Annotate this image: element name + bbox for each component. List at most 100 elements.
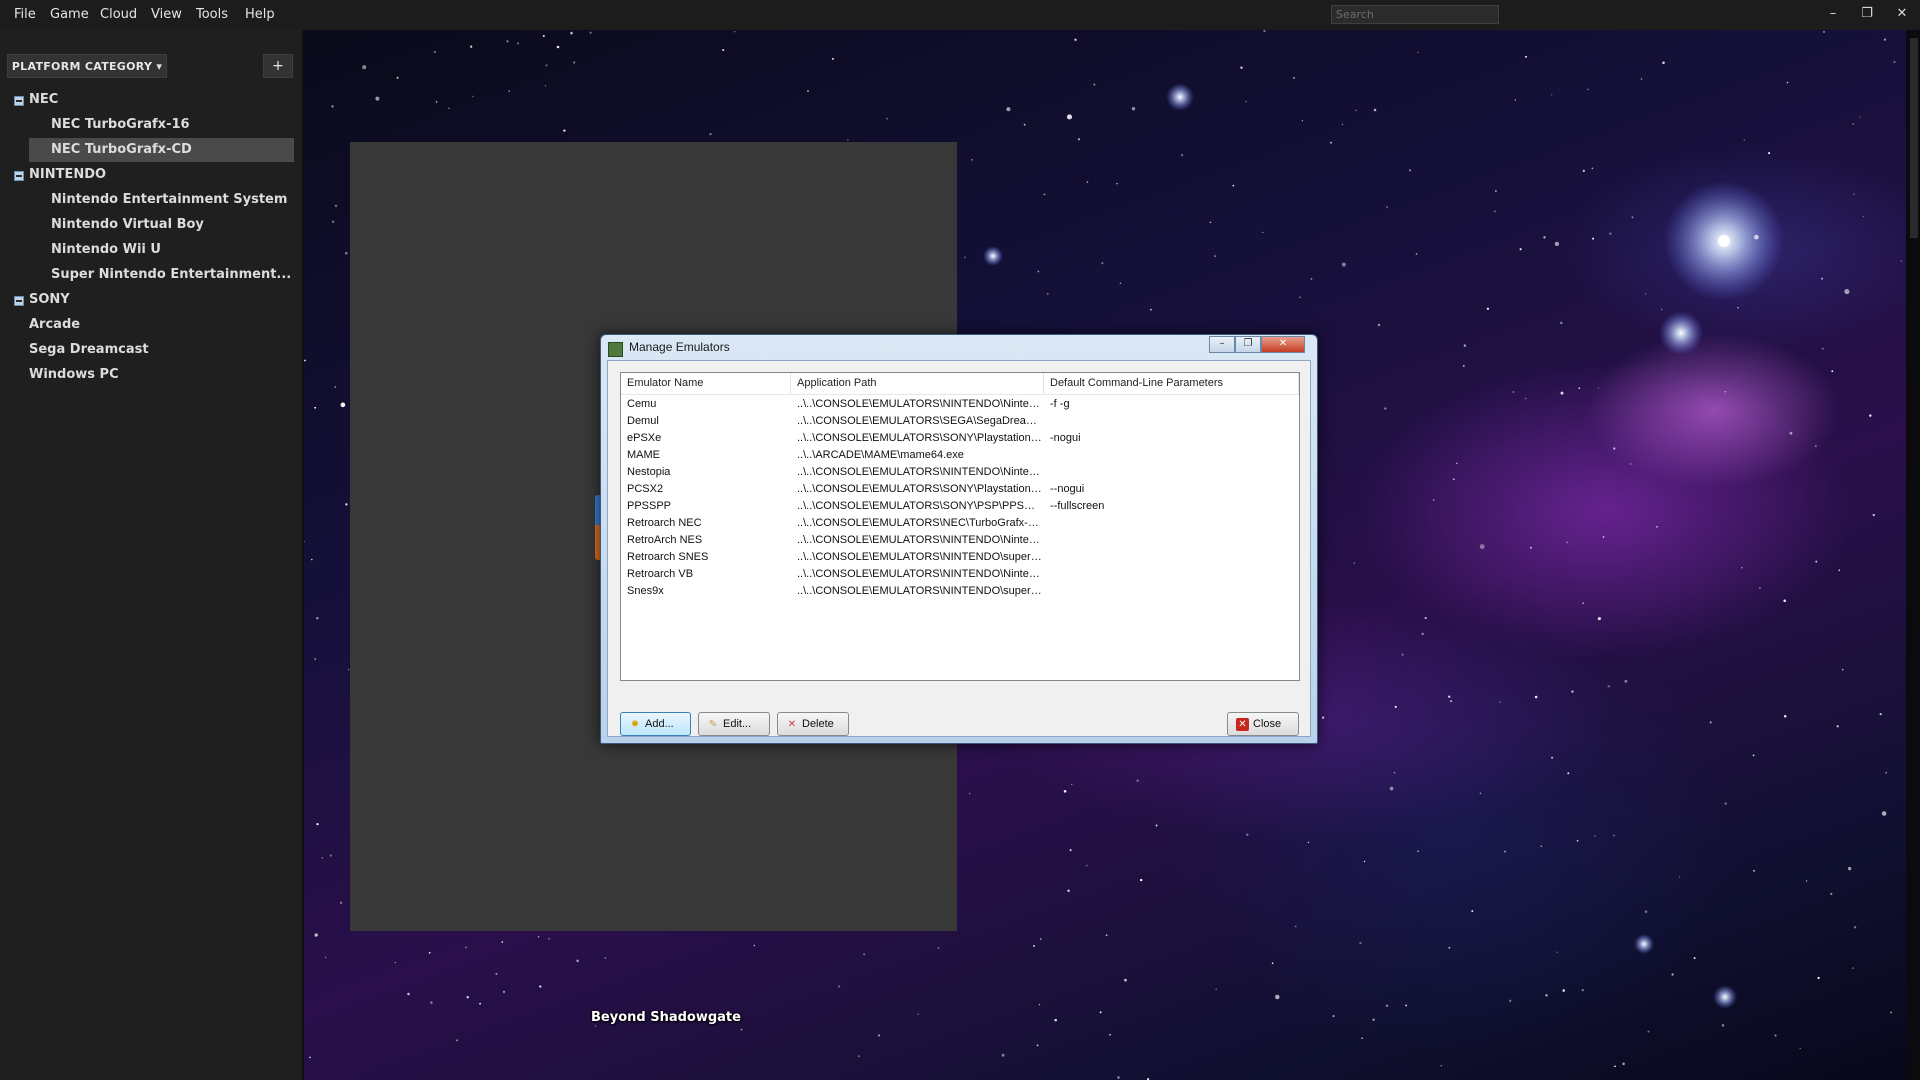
application-path-cell: ..\..\CONSOLE\EMULATORS\SONY\Playstation… [797, 432, 1042, 444]
tree-item-sega-dreamcast[interactable]: Sega Dreamcast [0, 338, 294, 362]
star [1881, 811, 1887, 816]
vertical-scrollbar[interactable] [1906, 30, 1920, 1080]
star [1817, 976, 1820, 980]
star [1355, 109, 1357, 112]
column-header-emulator-name[interactable]: Emulator Name [621, 373, 791, 394]
edit-button[interactable]: ✎ Edit... [698, 712, 770, 736]
star [847, 139, 849, 141]
star [448, 107, 450, 109]
collapse-icon[interactable] [14, 96, 24, 106]
column-header-parameters[interactable]: Default Command-Line Parameters [1044, 373, 1299, 394]
star [1609, 232, 1612, 235]
tree-label: Windows PC [29, 367, 119, 382]
star [316, 616, 319, 620]
star [435, 100, 438, 103]
table-row[interactable]: PCSX2 ..\..\CONSOLE\EMULATORS\SONY\Playst… [621, 481, 1299, 498]
tree-item-windows-pc[interactable]: Windows PC [0, 363, 294, 387]
dialog-minimize-button[interactable]: – [1209, 336, 1235, 353]
table-row[interactable]: Retroarch VB ..\..\CONSOLE\EMULATORS\NINT… [621, 566, 1299, 583]
platform-category-button[interactable]: PLATFORM CATEGORY ▾ [7, 54, 167, 78]
star [1124, 978, 1127, 982]
table-row[interactable]: RetroArch NES ..\..\CONSOLE\EMULATORS\NIN… [621, 532, 1299, 549]
tree-group-nec[interactable]: NEC [0, 88, 294, 112]
scrollbar-thumb[interactable] [1910, 38, 1918, 238]
star [1562, 989, 1565, 992]
table-row[interactable]: Retroarch NEC ..\..\CONSOLE\EMULATORS\NEC… [621, 515, 1299, 532]
close-button-label: Close [1253, 718, 1282, 730]
star [604, 957, 607, 959]
add-button[interactable]: ✹ Add... [620, 712, 691, 736]
star [1421, 632, 1424, 636]
star [1660, 308, 1663, 311]
restore-button[interactable]: ❐ [1858, 6, 1876, 22]
star [1006, 107, 1011, 112]
tree-label: Nintendo Virtual Boy [51, 217, 204, 232]
table-row[interactable]: Cemu ..\..\CONSOLE\EMULATORS\NINTENDO\Nin… [621, 396, 1299, 413]
tree-item-snes[interactable]: Super Nintendo Entertainment... [29, 263, 294, 287]
emulator-name-cell: PCSX2 [627, 483, 664, 495]
star [1063, 790, 1067, 793]
menu-game[interactable]: Game [50, 7, 89, 22]
collapse-icon[interactable] [14, 171, 24, 181]
star [430, 1001, 433, 1004]
star [1671, 973, 1674, 976]
tree-item-nec-turbografx-cd[interactable]: NEC TurboGrafx-CD [29, 138, 294, 162]
star [340, 402, 346, 408]
star [1709, 721, 1712, 724]
star [1417, 850, 1419, 852]
star [1307, 841, 1310, 844]
dialog-maximize-button[interactable]: ❐ [1235, 336, 1261, 353]
star [1821, 277, 1824, 280]
table-row[interactable]: ePSXe ..\..\CONSOLE\EMULATORS\SONY\Playst… [621, 430, 1299, 447]
menu-help[interactable]: Help [245, 7, 275, 22]
menu-tools[interactable]: Tools [196, 7, 228, 22]
star [1389, 786, 1394, 791]
tree-item-virtual-boy[interactable]: Nintendo Virtual Boy [29, 213, 294, 237]
tree-item-wii-u[interactable]: Nintendo Wii U [29, 238, 294, 262]
star [1384, 407, 1387, 410]
tree-item-arcade[interactable]: Arcade [0, 313, 294, 337]
table-row[interactable]: PPSSPP ..\..\CONSOLE\EMULATORS\SONY\PSP\P… [621, 498, 1299, 515]
add-category-button[interactable]: + [263, 54, 293, 78]
table-row[interactable]: Demul ..\..\CONSOLE\EMULATORS\SEGA\SegaDr… [621, 413, 1299, 430]
star [1644, 293, 1647, 295]
column-header-application-path[interactable]: Application Path [791, 373, 1044, 394]
tree-group-nintendo[interactable]: NINTENDO [0, 163, 294, 187]
star [1359, 941, 1362, 945]
table-row[interactable]: Retroarch SNES ..\..\CONSOLE\EMULATORS\NI… [621, 549, 1299, 566]
search-input[interactable] [1331, 5, 1499, 24]
star [1644, 910, 1648, 913]
star [311, 558, 313, 561]
minimize-button[interactable]: – [1824, 6, 1842, 22]
table-row[interactable]: MAME ..\..\ARCADE\MAME\mame64.exe [621, 447, 1299, 464]
table-row[interactable]: Nestopia ..\..\CONSOLE\EMULATORS\NINTENDO… [621, 464, 1299, 481]
star [1054, 1018, 1057, 1022]
game-title[interactable]: Beyond Shadowgate [591, 1010, 741, 1025]
star [1069, 849, 1072, 852]
menu-view[interactable]: View [151, 7, 182, 22]
menu-cloud[interactable]: Cloud [100, 7, 137, 22]
close-button[interactable]: ✕ Close [1227, 712, 1299, 736]
star [501, 941, 504, 943]
menu-file[interactable]: File [14, 7, 36, 22]
star [1209, 221, 1212, 224]
star [1525, 397, 1527, 400]
star [1581, 988, 1584, 992]
star [838, 985, 841, 988]
dialog-close-icon-button[interactable]: ✕ [1261, 336, 1305, 353]
tree-item-nes[interactable]: Nintendo Entertainment System [29, 188, 294, 212]
star-icon: ✹ [630, 719, 640, 730]
star [917, 1013, 920, 1016]
close-window-button[interactable]: ✕ [1893, 6, 1911, 22]
tree-item-nec-turbografx-16[interactable]: NEC TurboGrafx-16 [29, 113, 294, 137]
star [1836, 725, 1839, 728]
table-row[interactable]: Snes9x ..\..\CONSOLE\EMULATORS\NINTENDO\s… [621, 583, 1299, 600]
tree-label: NEC [29, 92, 59, 107]
collapse-icon[interactable] [14, 296, 24, 306]
emulator-name-cell: Snes9x [627, 585, 664, 597]
tree-group-sony[interactable]: SONY [0, 288, 294, 312]
star [1463, 344, 1466, 347]
x-icon: ✕ [787, 719, 797, 730]
delete-button[interactable]: ✕ Delete [777, 712, 849, 736]
emulators-list[interactable]: Emulator Name Application Path Default C… [620, 372, 1300, 681]
